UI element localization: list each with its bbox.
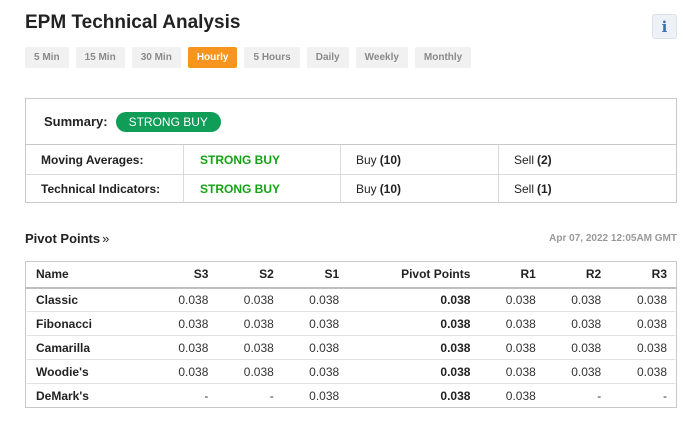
pivot-points-title: Pivot Points <box>25 231 101 246</box>
row-name: Classic <box>36 292 79 307</box>
table-cell: 0.038 <box>243 292 274 307</box>
table-cell: 0.038 <box>440 292 471 307</box>
summary-verdict-badge: STRONG BUY <box>115 111 221 132</box>
table-header-row: Name S3 S2 S1 Pivot Points R1 R2 R3 <box>25 261 677 289</box>
summary-row-sell: Sell (1) <box>499 175 676 203</box>
double-chevron-right-icon: » <box>102 231 110 246</box>
sell-label: Sell <box>514 182 535 196</box>
table-cell: 0.038 <box>178 292 209 307</box>
table-cell: - <box>544 383 611 408</box>
table-cell: 0.038 <box>309 292 340 307</box>
table-cell: 0.038 <box>282 335 349 360</box>
summary-header: Summary: STRONG BUY <box>26 99 676 145</box>
tab-monthly[interactable]: Monthly <box>414 47 472 68</box>
table-cell: - <box>610 383 677 408</box>
column-header: R3 <box>610 261 677 289</box>
table-row: Fibonacci 0.038 0.038 0.038 0.038 0.038 … <box>25 311 677 336</box>
summary-row-moving-averages: Moving Averages: STRONG BUY Buy (10) Sell… <box>26 145 676 174</box>
column-header: Pivot Points <box>348 261 480 289</box>
tab-5-min[interactable]: 5 Min <box>25 47 69 68</box>
table-cell: 0.038 <box>479 383 545 408</box>
info-icon[interactable]: i <box>652 14 677 39</box>
table-cell: 0.038 <box>348 335 480 360</box>
tab-hourly[interactable]: Hourly <box>187 47 238 68</box>
buy-count: (10) <box>379 152 402 167</box>
row-name: Woodie's <box>25 359 153 384</box>
summary-row-label: Moving Averages: <box>26 145 184 174</box>
table-cell: 0.038 <box>544 359 611 384</box>
row-name: DeMark's <box>25 383 153 408</box>
tab-30-min[interactable]: 30 Min <box>131 47 181 68</box>
table-cell: 0.038 <box>571 292 602 307</box>
timeframe-tabs: 5 Min 15 Min 30 Min Hourly 5 Hours Daily… <box>25 47 472 68</box>
sell-label: Sell <box>514 152 535 167</box>
page-title: EPM Technical Analysis <box>25 12 241 33</box>
table-cell: 0.038 <box>282 359 349 384</box>
summary-row-verdict: STRONG BUY <box>184 175 341 203</box>
buy-label: Buy <box>356 182 377 196</box>
table-cell: 0.038 <box>217 311 283 336</box>
row-name: Camarilla <box>25 335 153 360</box>
table-cell: 0.038 <box>217 335 283 360</box>
summary-label: Summary: <box>44 114 108 129</box>
tab-weekly[interactable]: Weekly <box>355 47 408 68</box>
table-cell: - <box>152 383 218 408</box>
table-cell: 0.038 <box>348 383 480 408</box>
table-cell: 0.038 <box>505 292 536 307</box>
table-row: Camarilla 0.038 0.038 0.038 0.038 0.038 … <box>25 335 677 360</box>
table-cell: 0.038 <box>610 335 677 360</box>
pivot-points-link[interactable]: Pivot Points» <box>25 231 109 246</box>
table-cell: 0.038 <box>544 335 611 360</box>
column-header: S1 <box>282 261 349 289</box>
tab-daily[interactable]: Daily <box>306 47 349 68</box>
table-cell: 0.038 <box>479 335 545 360</box>
summary-row-verdict: STRONG BUY <box>184 145 341 174</box>
table-cell: 0.038 <box>282 311 349 336</box>
column-header: S3 <box>152 261 218 289</box>
table-row: Classic 0.038 0.038 0.038 0.038 0.038 0.… <box>26 288 677 312</box>
column-header: R2 <box>544 261 611 289</box>
table-cell: 0.038 <box>348 359 480 384</box>
table-row: DeMark's - - 0.038 0.038 0.038 - - <box>25 383 677 408</box>
tab-5-hours[interactable]: 5 Hours <box>244 47 300 68</box>
summary-row-buy: Buy (10) <box>341 175 499 203</box>
table-cell: 0.038 <box>152 359 218 384</box>
pivot-timestamp: Apr 07, 2022 12:05AM GMT <box>549 233 677 244</box>
table-cell: 0.038 <box>282 383 349 408</box>
table-cell: 0.038 <box>217 359 283 384</box>
table-cell: 0.038 <box>479 359 545 384</box>
row-name: Fibonacci <box>25 311 153 336</box>
summary-row-technical-indicators: Technical Indicators: STRONG BUY Buy (10)… <box>26 174 676 203</box>
column-header: Name <box>25 261 153 289</box>
sell-count: (1) <box>537 182 552 196</box>
buy-count: (10) <box>379 182 402 196</box>
table-cell: - <box>217 383 283 408</box>
table-cell: 0.038 <box>348 311 480 336</box>
sell-count: (2) <box>537 152 552 167</box>
pivot-points-table: Name S3 S2 S1 Pivot Points R1 R2 R3 Clas… <box>25 261 677 408</box>
table-cell: 0.038 <box>610 311 677 336</box>
table-cell: 0.038 <box>544 311 611 336</box>
summary-row-buy: Buy (10) <box>341 145 499 174</box>
summary-row-label: Technical Indicators: <box>26 175 184 203</box>
table-cell: 0.038 <box>152 335 218 360</box>
table-cell: 0.038 <box>152 311 218 336</box>
summary-row-sell: Sell (2) <box>499 145 676 174</box>
table-cell: 0.038 <box>479 311 545 336</box>
table-cell: 0.038 <box>636 292 667 307</box>
table-row: Woodie's 0.038 0.038 0.038 0.038 0.038 0… <box>25 359 677 384</box>
tab-15-min[interactable]: 15 Min <box>75 47 125 68</box>
column-header: R1 <box>479 261 545 289</box>
summary-panel: Summary: STRONG BUY Moving Averages: STR… <box>25 98 677 203</box>
table-cell: 0.038 <box>610 359 677 384</box>
buy-label: Buy <box>356 152 377 167</box>
column-header: S2 <box>217 261 283 289</box>
